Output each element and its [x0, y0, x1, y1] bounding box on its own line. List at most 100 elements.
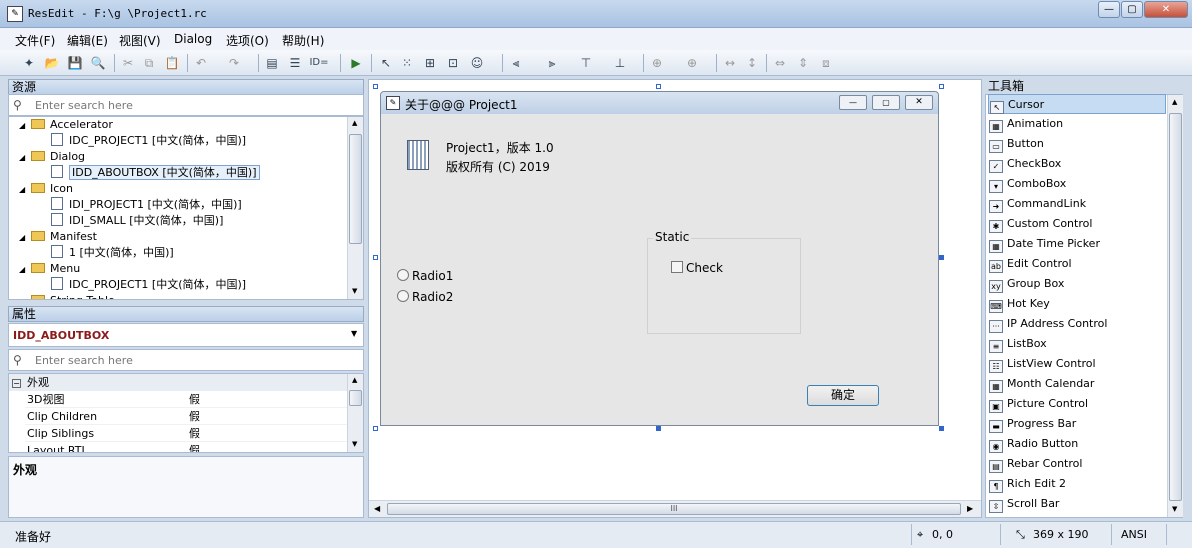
toolbox-item-hot-key[interactable]: ⌨ Hot Key: [988, 294, 1166, 314]
toolbox-item-listbox[interactable]: ≡ ListBox: [988, 334, 1166, 354]
toolbox-item-date-time-picker[interactable]: ▦ Date Time Picker: [988, 234, 1166, 254]
align-top-icon[interactable]: ⊤: [577, 54, 595, 72]
property-value[interactable]: 假: [187, 391, 347, 408]
print-preview-icon[interactable]: 🔍: [89, 54, 107, 72]
tree-folder-accelerator[interactable]: ◢ Accelerator: [19, 117, 113, 133]
align-bottom-icon[interactable]: ⊥: [611, 54, 629, 72]
resize-handle[interactable]: [939, 255, 944, 260]
close-button[interactable]: ✕: [1144, 1, 1188, 18]
tree-folder-menu[interactable]: ◢ Menu: [19, 261, 80, 277]
expand-arrow-icon[interactable]: ◢: [19, 150, 31, 166]
guides-icon[interactable]: ⊞: [421, 54, 439, 72]
menu-file[interactable]: 文件(F): [15, 32, 55, 49]
tree-folder-string-table[interactable]: ◢ String Table: [19, 293, 115, 299]
radio1-control[interactable]: [397, 269, 409, 281]
tree-item[interactable]: IDI_PROJECT1 [中文(简体，中国)]: [51, 197, 242, 213]
toolbox-item-commandlink[interactable]: ➜ CommandLink: [988, 194, 1166, 214]
hscroll-thumb[interactable]: III: [387, 503, 961, 515]
resize-handle[interactable]: [373, 255, 378, 260]
tab-order-icon[interactable]: ☰: [286, 54, 304, 72]
tree-folder-manifest[interactable]: ◢ Manifest: [19, 229, 97, 245]
smiley-icon[interactable]: ☺: [468, 54, 486, 72]
tree-item[interactable]: IDC_PROJECT1 [中文(简体，中国)]: [51, 133, 246, 149]
dialog-text-version[interactable]: Project1，版本 1.0: [446, 139, 554, 156]
ok-button[interactable]: 确定: [807, 385, 879, 406]
resize-handle[interactable]: [373, 426, 378, 431]
property-name[interactable]: Clip Children: [25, 408, 187, 425]
save-icon[interactable]: 💾: [66, 54, 84, 72]
toolbox-item-picture-control[interactable]: ▣ Picture Control: [988, 394, 1166, 414]
open-icon[interactable]: 📂: [43, 54, 61, 72]
same-width-icon[interactable]: ⇔: [771, 54, 789, 72]
application-icon[interactable]: [407, 140, 429, 170]
property-grid-scrollbar[interactable]: ▲ ▼: [347, 374, 363, 452]
space-down-icon[interactable]: ↕: [743, 54, 761, 72]
toolbox-item-checkbox[interactable]: ✓ CheckBox: [988, 154, 1166, 174]
toolbox-item-animation[interactable]: ▦ Animation: [988, 114, 1166, 134]
menu-edit[interactable]: 编辑(E): [67, 32, 108, 49]
expand-arrow-icon[interactable]: ◢: [19, 230, 31, 246]
resize-handle[interactable]: [939, 426, 944, 431]
same-size-icon[interactable]: ⧈: [817, 54, 835, 72]
toolbox-item-progress-bar[interactable]: ▬ Progress Bar: [988, 414, 1166, 434]
expand-arrow-icon[interactable]: ◢: [19, 118, 31, 134]
menu-help[interactable]: 帮助(H): [282, 32, 324, 49]
toolbox-item-radio-button[interactable]: ◉ Radio Button: [988, 434, 1166, 454]
toolbox-item-scroll-bar[interactable]: ⇳ Scroll Bar: [988, 494, 1166, 514]
test-dialog-icon[interactable]: ▶: [347, 54, 365, 72]
menu-dialog[interactable]: Dialog: [174, 32, 212, 46]
align-left-icon[interactable]: ⫷: [507, 54, 525, 72]
check-label[interactable]: Check: [686, 261, 723, 275]
expand-arrow-icon[interactable]: ◢: [19, 294, 31, 299]
property-category[interactable]: − 外观: [9, 374, 349, 391]
toolbox-item-rich-edit-2[interactable]: ¶ Rich Edit 2: [988, 474, 1166, 494]
resize-handle[interactable]: [656, 84, 661, 89]
property-search[interactable]: ⚲ Enter search here: [8, 349, 364, 371]
chevron-down-icon[interactable]: ▼: [351, 329, 357, 338]
toolbox-item-rebar-control[interactable]: ▤ Rebar Control: [988, 454, 1166, 474]
toolbox-item-ip-address-control[interactable]: ··· IP Address Control: [988, 314, 1166, 334]
tree-folder-dialog[interactable]: ◢ Dialog: [19, 149, 85, 165]
maximize-button[interactable]: ▢: [1121, 1, 1143, 18]
center-horizontal-icon[interactable]: ⊕: [683, 54, 701, 72]
minimize-button[interactable]: —: [1098, 1, 1120, 18]
tree-item[interactable]: IDC_PROJECT1 [中文(简体，中国)]: [51, 277, 246, 293]
radio2-label[interactable]: Radio2: [412, 290, 453, 304]
new-icon[interactable]: ✦: [20, 54, 38, 72]
property-name[interactable]: 3D视图: [25, 391, 187, 408]
group-box-label[interactable]: Static: [653, 230, 692, 244]
toolbox-item-cursor[interactable]: ↖ Cursor: [988, 94, 1166, 114]
radio1-label[interactable]: Radio1: [412, 269, 453, 283]
grid-icon[interactable]: ⁙: [398, 54, 416, 72]
resize-handle[interactable]: [939, 84, 944, 89]
space-across-icon[interactable]: ↔: [721, 54, 739, 72]
resource-tree[interactable]: ◢ Accelerator IDC_PROJECT1 [中文(简体，中国)] ◢ Dia…: [8, 116, 364, 300]
property-name[interactable]: Clip Siblings: [25, 425, 187, 442]
same-height-icon[interactable]: ⇕: [794, 54, 812, 72]
scroll-down-icon[interactable]: ▼: [352, 287, 357, 295]
property-value[interactable]: 假: [187, 442, 347, 452]
resource-tree-scrollbar[interactable]: ▲ ▼: [347, 117, 363, 299]
resize-handle[interactable]: [656, 426, 661, 431]
toolbox-item-month-calendar[interactable]: ▦ Month Calendar: [988, 374, 1166, 394]
tree-item[interactable]: IDI_SMALL [中文(简体，中国)]: [51, 213, 223, 229]
dialog-preview[interactable]: ✎ 关于@@@ Project1 — ▢ ✕ Project1，版本 1.0 版…: [380, 91, 939, 426]
undo-icon[interactable]: ↶: [192, 54, 210, 72]
toolbox-item-listview-control[interactable]: ☷ ListView Control: [988, 354, 1166, 374]
redo-icon[interactable]: ↷: [225, 54, 243, 72]
property-grid[interactable]: − 外观 3D视图假 Clip Children 假 Clip Siblings 假 Lay…: [8, 373, 364, 453]
radio2-control[interactable]: [397, 290, 409, 302]
expand-arrow-icon[interactable]: ◢: [19, 182, 31, 198]
property-name[interactable]: Layout RTL: [25, 442, 187, 452]
scroll-right-icon[interactable]: ▶: [967, 504, 973, 513]
dialog-properties-icon[interactable]: ▤: [263, 54, 281, 72]
select-icon[interactable]: ↖: [377, 54, 395, 72]
ruler-icon[interactable]: ⊡: [444, 54, 462, 72]
menu-options[interactable]: 选项(O): [226, 32, 269, 49]
cut-icon[interactable]: ✂: [119, 54, 137, 72]
property-value[interactable]: 假: [187, 425, 347, 442]
toolbox-item-edit-control[interactable]: ab Edit Control: [988, 254, 1166, 274]
center-vertical-icon[interactable]: ⊕: [648, 54, 666, 72]
tree-folder-icon[interactable]: ◢ Icon: [19, 181, 73, 197]
align-right-icon[interactable]: ⫸: [543, 54, 561, 72]
